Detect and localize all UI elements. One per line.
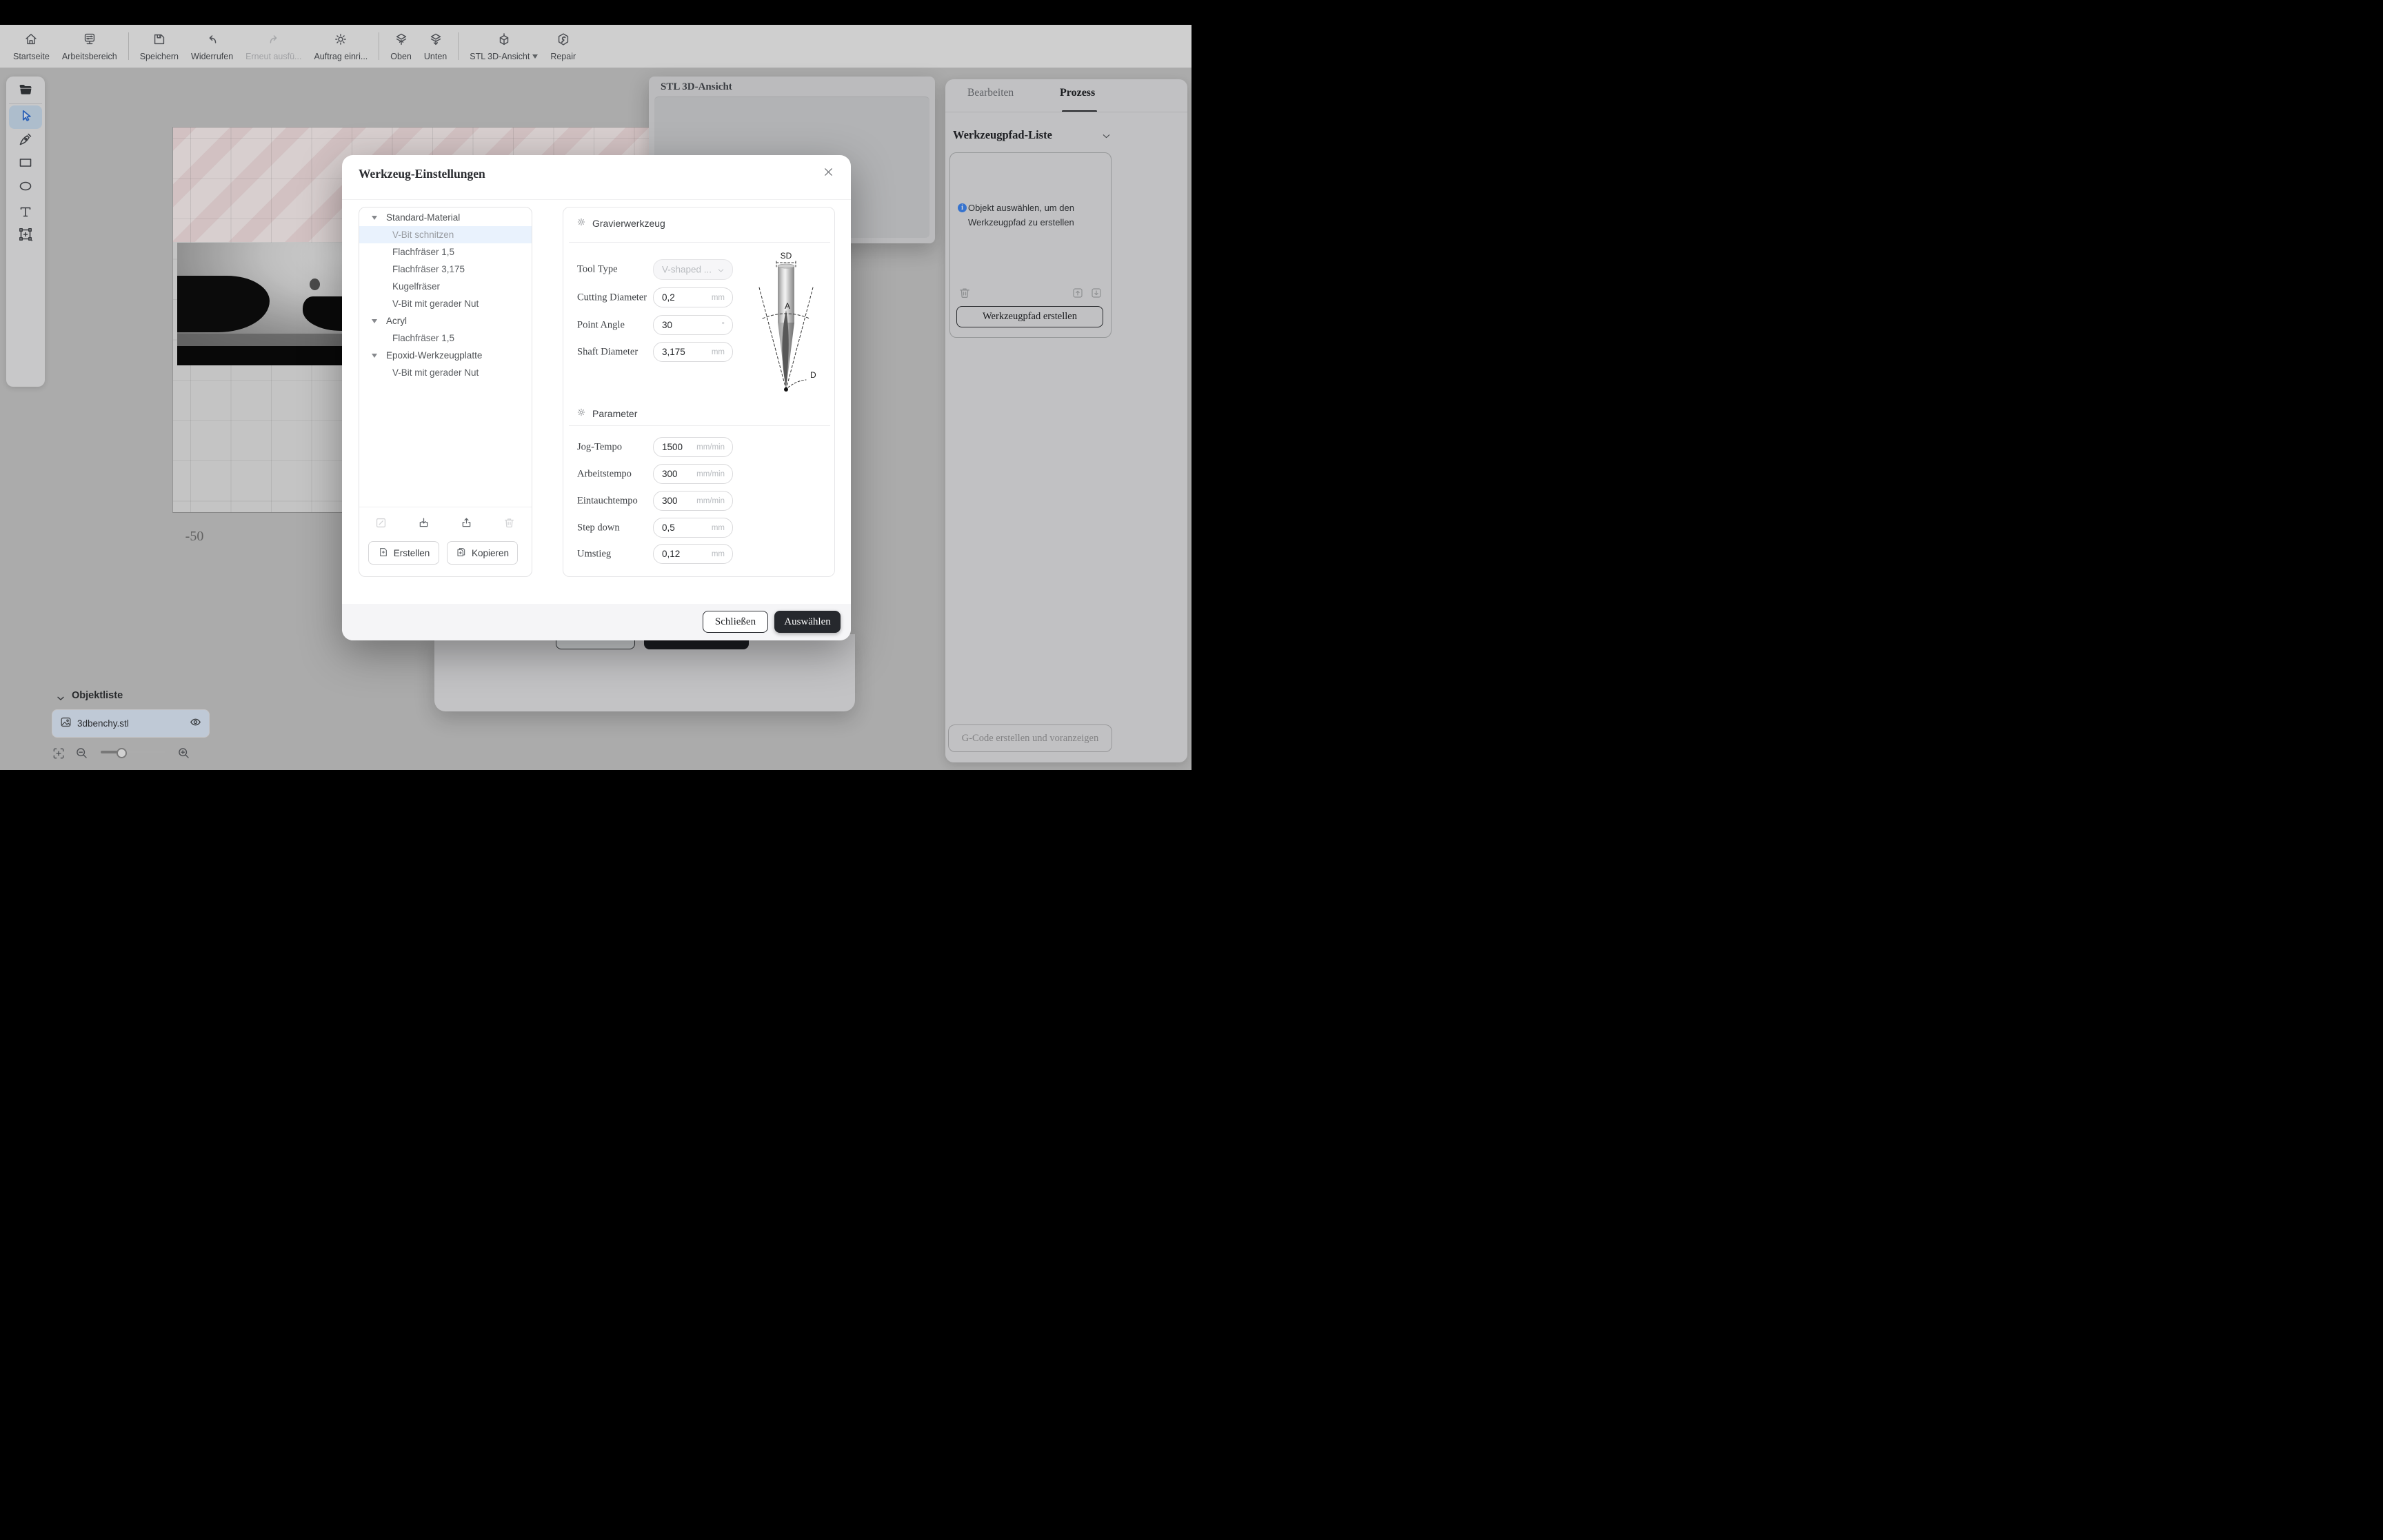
tree-item-selected[interactable]: V-Bit schnitzen [359, 226, 532, 243]
field-row-umstieg: Umstieg mm [563, 544, 834, 565]
step-down-input[interactable] [662, 518, 706, 537]
gear-icon [576, 217, 586, 229]
tree-group[interactable]: Standard-Material [359, 209, 532, 226]
vbit-tool-diagram: SD A D [758, 251, 816, 392]
tree-item[interactable]: V-Bit mit gerader Nut [359, 295, 532, 312]
umstieg-input[interactable] [662, 545, 706, 563]
tree-item[interactable]: V-Bit mit gerader Nut [359, 364, 532, 381]
select-tool-confirm-button[interactable]: Auswählen [774, 611, 841, 633]
point-angle-input[interactable] [662, 316, 706, 334]
shaft-diameter-input[interactable] [662, 343, 706, 361]
triangle-down-icon [372, 215, 377, 220]
close-dialog-button[interactable]: Schließen [703, 611, 768, 633]
point-angle-input-box: ° [653, 315, 733, 335]
create-tool-button[interactable]: Erstellen [368, 541, 439, 565]
tool-parameters-card: Gravierwerkzeug Tool Type V-shaped ... C… [563, 207, 835, 577]
tool-library-tree: Standard-Material V-Bit schnitzen Flachf… [359, 207, 532, 577]
svg-text:D: D [810, 370, 816, 380]
cutting-diameter-input-box: mm [653, 287, 733, 307]
tree-item[interactable]: Flachfräser 1,5 [359, 330, 532, 347]
field-row-eintauchtempo: Eintauchtempo mm/min [563, 491, 834, 511]
edit-tool-button[interactable] [372, 516, 389, 533]
field-row-jog-tempo: Jog-Tempo mm/min [563, 437, 834, 458]
gear-icon [576, 407, 586, 419]
copy-plus-icon [456, 547, 467, 560]
close-button[interactable] [821, 166, 836, 181]
svg-text:A: A [785, 301, 790, 311]
export-icon-button[interactable] [458, 516, 474, 533]
chevron-down-icon [716, 266, 725, 278]
step-down-input-box: mm [653, 518, 733, 538]
dialog-footer: Schließen Auswählen [342, 604, 851, 640]
dialog-title: Werkzeug-Einstellungen [359, 167, 485, 181]
tool-type-select[interactable]: V-shaped ... [653, 259, 733, 280]
jog-tempo-input-box: mm/min [653, 437, 733, 457]
import-tool-button[interactable] [415, 516, 432, 533]
export-icon [460, 516, 473, 533]
tree-item[interactable]: Flachfräser 3,175 [359, 261, 532, 278]
dialog-header-divider [342, 199, 851, 200]
triangle-down-icon [372, 353, 377, 358]
section-divider [569, 425, 830, 426]
tree-item[interactable]: Kugelfräser [359, 278, 532, 295]
tree-group[interactable]: Acryl [359, 312, 532, 330]
delete-tool-button[interactable] [501, 516, 517, 533]
umstieg-input-box: mm [653, 544, 733, 564]
copy-tool-button[interactable]: Kopieren [447, 541, 518, 565]
parameter-section-heading: Parameter [576, 407, 637, 419]
eintauchtempo-input-box: mm/min [653, 491, 733, 511]
triangle-down-icon [372, 318, 377, 323]
trash-icon [503, 516, 516, 533]
engrave-section-heading: Gravierwerkzeug [576, 217, 665, 229]
tool-settings-dialog: Werkzeug-Einstellungen Standard-Material… [342, 155, 851, 640]
field-row-step-down: Step down mm [563, 518, 834, 538]
close-icon [822, 165, 835, 182]
tree-group[interactable]: Epoxid-Werkzeugplatte [359, 347, 532, 364]
import-icon [417, 516, 430, 533]
section-divider [569, 242, 830, 243]
cutting-diameter-input[interactable] [662, 288, 706, 307]
arbeitstempo-input-box: mm/min [653, 464, 733, 484]
tree-item[interactable]: Flachfräser 1,5 [359, 243, 532, 261]
edit-icon [374, 516, 388, 533]
file-plus-icon [378, 547, 389, 560]
field-row-arbeitstempo: Arbeitstempo mm/min [563, 464, 834, 485]
shaft-diameter-input-box: mm [653, 342, 733, 362]
svg-text:SD: SD [781, 251, 792, 261]
